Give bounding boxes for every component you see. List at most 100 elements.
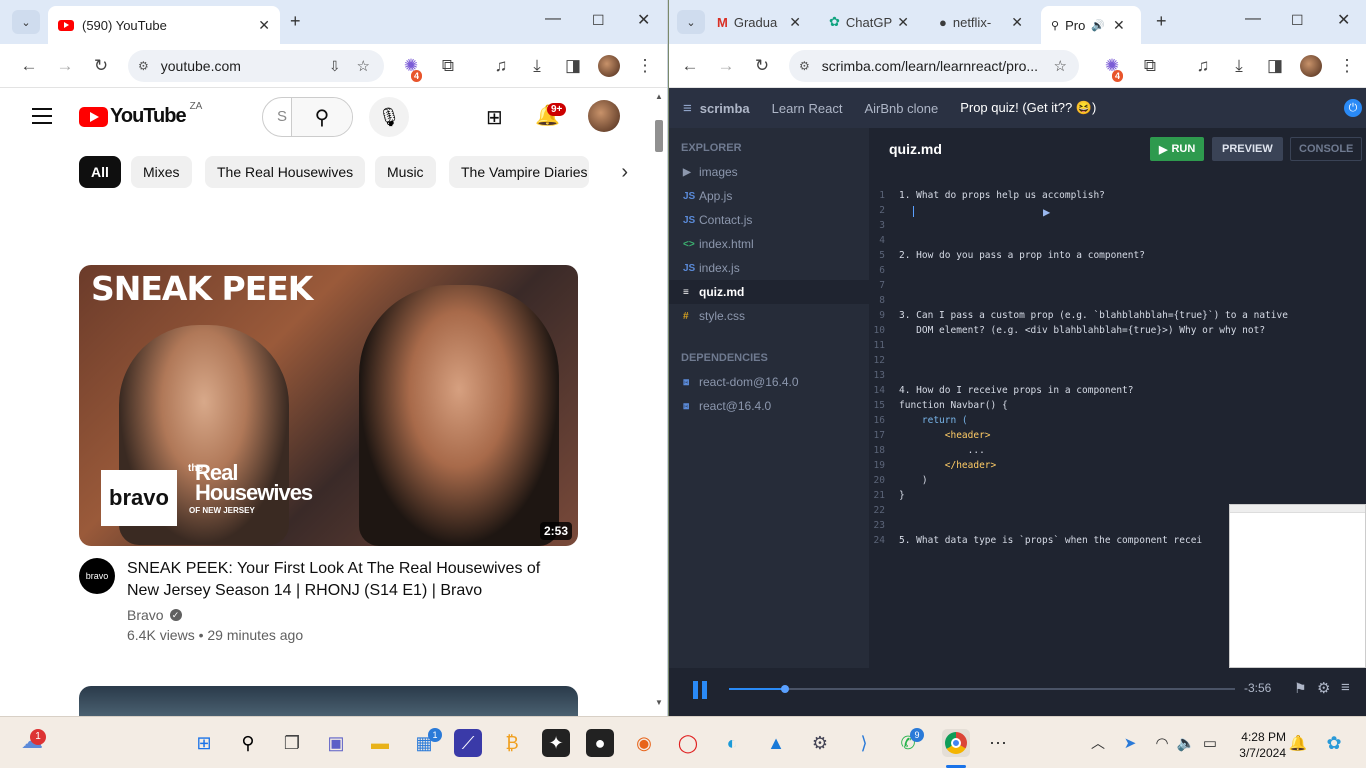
tab-youtube[interactable]: (590) YouTube ✕ — [48, 6, 280, 44]
close-tab-icon[interactable]: ✕ — [258, 17, 270, 34]
reload-icon[interactable]: ↻ — [90, 56, 112, 76]
photos-icon[interactable]: ▲ — [762, 729, 790, 757]
site-info-icon[interactable]: ⚙ — [799, 59, 810, 73]
file-explorer-icon[interactable]: ▬ — [366, 729, 394, 757]
scroll-down-arrow-icon[interactable]: ▼ — [655, 698, 663, 707]
reload-icon[interactable]: ↻ — [751, 56, 773, 76]
search-input[interactable]: S — [263, 98, 291, 136]
github-desktop-icon[interactable]: ● — [586, 729, 614, 757]
chip-all[interactable]: All — [79, 156, 121, 188]
chip-music[interactable]: Music — [375, 156, 436, 188]
chip-mixes[interactable]: Mixes — [131, 156, 192, 188]
more-apps-icon[interactable]: ⋯ — [984, 729, 1012, 757]
file-item[interactable]: JS index.js — [669, 256, 869, 280]
start-button-icon[interactable]: ⊞ — [190, 729, 218, 757]
bitcoin-app-icon[interactable]: ₿ — [498, 729, 526, 757]
create-video-icon[interactable]: ⊞ — [486, 105, 503, 130]
bookmark-icon[interactable]: ⚑ — [1294, 680, 1307, 697]
settings-gear-icon[interactable]: ⚙ — [1317, 679, 1330, 697]
dependency-item[interactable]: ⧈ react@16.4.0 — [669, 394, 869, 418]
channel-name[interactable]: Bravo — [127, 607, 164, 623]
minimize-icon[interactable]: — — [1245, 10, 1261, 28]
page-scrollbar[interactable]: ▲ ▼ — [651, 88, 667, 716]
youtube-logo[interactable]: YouTube ZA — [79, 101, 202, 128]
extensions-puzzle-icon[interactable]: ⧉ — [437, 56, 459, 76]
close-tab-icon[interactable]: ✕ — [897, 14, 909, 31]
timeline-handle[interactable] — [780, 685, 789, 693]
edge-icon[interactable]: ◐ — [718, 729, 746, 757]
scrimba-logo-text[interactable]: scrimba — [700, 101, 750, 116]
close-window-icon[interactable]: ✕ — [637, 10, 650, 30]
file-item[interactable]: # style.css — [669, 304, 869, 328]
voice-search-mic-icon[interactable]: 🎙 — [369, 97, 409, 137]
code-editor[interactable]: quiz.md ▶ RUN PREVIEW CONSOLE 1 1. What do… — [869, 128, 1366, 668]
close-tab-icon[interactable]: ✕ — [1011, 14, 1023, 31]
video-title[interactable]: SNEAK PEEK: Your First Look At The Real … — [127, 558, 547, 602]
teams-chat-icon[interactable]: ▣ — [322, 729, 350, 757]
new-tab-icon[interactable]: + — [1156, 11, 1167, 32]
address-bar-right[interactable]: ⚙ scrimba.com/learn/learnreact/pro... ☆ — [789, 50, 1079, 82]
opera-icon[interactable]: ◯ — [674, 729, 702, 757]
bookmark-star-icon[interactable]: ☆ — [1054, 57, 1067, 75]
close-window-icon[interactable]: ✕ — [1337, 10, 1350, 30]
timeline-track[interactable] — [729, 685, 1235, 693]
media-control-icon[interactable]: ♫ — [490, 56, 512, 76]
copilot-icon[interactable]: ✿ — [1320, 729, 1348, 757]
dependency-item[interactable]: ⧈ react-dom@16.4.0 — [669, 370, 869, 394]
menu-lines-icon[interactable]: ≡ — [1341, 679, 1350, 696]
profile-avatar[interactable] — [1300, 55, 1322, 77]
notification-bell-icon[interactable]: 🔔 — [1284, 729, 1312, 757]
settings-icon[interactable]: ⚙ — [806, 729, 834, 757]
location-icon[interactable]: ➤ — [1116, 729, 1144, 757]
maximize-icon[interactable]: ☐ — [592, 12, 605, 29]
power-icon[interactable]: ⏻ — [1344, 99, 1362, 117]
breadcrumb-course[interactable]: Learn React — [772, 101, 843, 116]
search-box[interactable]: S ⚲ — [262, 97, 353, 137]
task-view-icon[interactable]: ❐ — [278, 729, 306, 757]
scrollbar-thumb[interactable] — [655, 120, 663, 152]
file-item[interactable]: <> index.html — [669, 232, 869, 256]
bookmark-star-icon[interactable]: ☆ — [357, 57, 370, 75]
preview-thumbnail[interactable] — [1229, 504, 1366, 668]
downloads-icon[interactable]: ⤓ — [1228, 56, 1250, 76]
next-video-thumbnail[interactable] — [79, 686, 578, 716]
file-item[interactable]: JS Contact.js — [669, 208, 869, 232]
breadcrumb-module[interactable]: AirBnb clone — [864, 101, 938, 116]
chips-next-chevron-icon[interactable]: › — [594, 154, 650, 190]
account-avatar[interactable] — [588, 100, 620, 132]
tab-search-button-right[interactable]: ⌄ — [677, 10, 705, 34]
menu-dots-icon[interactable]: ⋮ — [634, 56, 656, 76]
preview-button[interactable]: PREVIEW — [1212, 137, 1283, 161]
vscode-icon[interactable]: ⟩ — [850, 729, 878, 757]
media-control-icon[interactable]: ♫ — [1192, 56, 1214, 76]
tab-chatgpt[interactable]: ✿ ChatGP ✕ — [821, 8, 917, 36]
profile-avatar[interactable] — [598, 55, 620, 77]
minimize-icon[interactable]: — — [545, 10, 561, 28]
clock[interactable]: 4:28 PM 3/7/2024 — [1228, 729, 1286, 761]
tab-search-button[interactable]: ⌄ — [12, 10, 40, 34]
side-panel-icon[interactable]: ◨ — [1264, 56, 1286, 76]
channel-avatar[interactable]: bravo — [79, 558, 115, 594]
tray-overflow-chevron-icon[interactable]: ︿ — [1084, 729, 1112, 757]
install-app-icon[interactable]: ⇩ — [329, 58, 341, 75]
file-item[interactable]: ≡ quiz.md — [669, 280, 869, 304]
forward-icon[interactable]: → — [715, 56, 737, 76]
menu-dots-icon[interactable]: ⋮ — [1336, 56, 1358, 76]
chip-real-housewives[interactable]: The Real Housewives — [205, 156, 366, 188]
site-info-icon[interactable]: ⚙ — [138, 59, 149, 73]
tab-scrimba[interactable]: ⚲ Pro 🔊 ✕ — [1041, 6, 1141, 44]
firefox-icon[interactable]: ◉ — [630, 729, 658, 757]
scroll-up-arrow-icon[interactable]: ▲ — [655, 92, 663, 101]
pause-icon[interactable] — [693, 681, 709, 699]
file-item[interactable]: JS App.js — [669, 184, 869, 208]
search-icon[interactable]: ⚲ — [234, 729, 262, 757]
close-tab-icon[interactable]: ✕ — [789, 14, 801, 31]
hamburger-menu-icon[interactable] — [32, 108, 52, 124]
run-button[interactable]: ▶ RUN — [1150, 137, 1205, 161]
search-icon[interactable]: ⚲ — [291, 98, 352, 136]
close-tab-icon[interactable]: ✕ — [1113, 17, 1125, 34]
new-tab-icon[interactable]: + — [290, 11, 301, 32]
tab-audio-icon[interactable]: 🔊 — [1091, 19, 1105, 32]
maximize-icon[interactable]: ☐ — [1291, 12, 1304, 29]
back-icon[interactable]: ← — [18, 56, 40, 76]
